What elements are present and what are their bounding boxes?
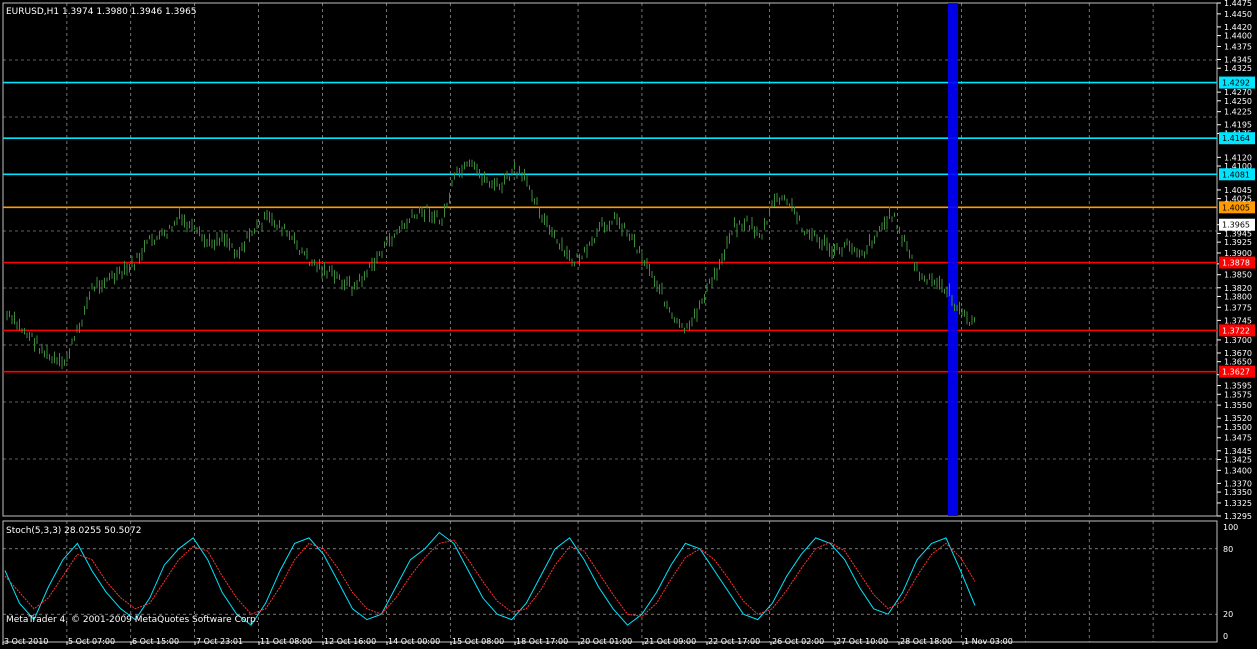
time-tick-label: 28 Oct 18:00 [900, 637, 952, 645]
level-price-label: 1.3878 [1222, 259, 1250, 268]
time-tick-label: 21 Oct 09:00 [644, 637, 696, 645]
price-tick-label: 1.4325 [1224, 64, 1252, 73]
price-tick-label: 1.3425 [1224, 455, 1252, 464]
time-tick-label: 3 Oct 2010 [4, 637, 48, 645]
chart-header-text: EURUSD,H1 1.3974 1.3980 1.3946 1.3965 [6, 7, 197, 17]
stoch-level-label: 80 [1223, 545, 1233, 554]
stoch-indicator-label: Stoch(5,3,3) 28.0255 50.5072 [6, 526, 141, 536]
time-tick-label: 11 Oct 08:00 [260, 637, 312, 645]
price-tick-label: 1.4195 [1224, 121, 1252, 130]
time-tick-label: 7 Oct 23:01 [196, 637, 243, 645]
vertical-highlight-band [948, 3, 958, 516]
price-tick-label: 1.3820 [1224, 284, 1252, 293]
price-tick-label: 1.3595 [1224, 382, 1252, 391]
price-tick-label: 1.4375 [1224, 42, 1252, 51]
price-tick-label: 1.3475 [1224, 434, 1252, 443]
level-price-label: 1.4292 [1222, 79, 1250, 88]
chart-background [0, 0, 1257, 645]
current-price-label: 1.3965 [1222, 221, 1250, 230]
time-tick-label: 5 Oct 07:00 [68, 637, 115, 645]
time-tick-label: 27 Oct 10:00 [836, 637, 888, 645]
stoch-level-label: 100 [1223, 523, 1238, 532]
level-price-label: 1.4081 [1222, 170, 1250, 179]
price-tick-label: 1.4420 [1224, 23, 1252, 32]
price-tick-label: 1.4225 [1224, 108, 1252, 117]
time-tick-label: 18 Oct 17:00 [516, 637, 568, 645]
price-tick-label: 1.4045 [1224, 186, 1252, 195]
price-tick-label: 1.3550 [1224, 401, 1252, 410]
price-tick-label: 1.4120 [1224, 153, 1252, 162]
copyright-text: MetaTrader 4, © 2001-2009 MetaQuotes Sof… [6, 615, 259, 625]
price-tick-label: 1.3945 [1224, 229, 1252, 238]
time-tick-label: 26 Oct 02:00 [772, 637, 824, 645]
price-tick-label: 1.3650 [1224, 358, 1252, 367]
time-tick-label: 12 Oct 16:00 [324, 637, 376, 645]
price-tick-label: 1.3370 [1224, 479, 1252, 488]
price-tick-label: 1.3775 [1224, 303, 1252, 312]
price-tick-label: 1.4450 [1224, 10, 1252, 19]
price-tick-label: 1.4270 [1224, 88, 1252, 97]
price-tick-label: 1.4345 [1224, 56, 1252, 65]
price-tick-label: 1.4250 [1224, 97, 1252, 106]
time-tick-label: 20 Oct 01:00 [580, 637, 632, 645]
price-tick-label: 1.3325 [1224, 499, 1252, 508]
stoch-level-label: 20 [1223, 610, 1233, 619]
time-tick-label: 14 Oct 00:00 [388, 637, 440, 645]
price-tick-label: 1.3745 [1224, 316, 1252, 325]
level-price-label: 1.3627 [1222, 368, 1250, 377]
price-tick-label: 1.3350 [1224, 488, 1252, 497]
level-price-label: 1.4005 [1222, 203, 1250, 212]
level-price-label: 1.3722 [1222, 326, 1250, 335]
price-tick-label: 1.3670 [1224, 349, 1252, 358]
price-tick-label: 1.3925 [1224, 238, 1252, 247]
time-tick-label: 22 Oct 17:00 [708, 637, 760, 645]
chart-canvas[interactable]: 1.4475 1.4450 1.44201.44001.4375 1.43451.43… [0, 0, 1257, 646]
time-tick-label: 6 Oct 15:00 [132, 637, 179, 645]
price-tick-label: 1.3800 [1224, 292, 1252, 301]
time-tick-label: 1 Nov 03:00 [964, 637, 1013, 645]
price-tick-label: 1.4400 [1224, 32, 1252, 41]
price-tick-label: 1.3295 [1224, 512, 1252, 521]
stoch-level-label: 0 [1223, 632, 1228, 641]
price-tick-label: 1.4475 [1224, 0, 1252, 8]
price-tick-label: 1.3400 [1224, 466, 1252, 475]
price-tick-label: 1.3520 [1224, 414, 1252, 423]
time-tick-label: 15 Oct 08:00 [452, 637, 504, 645]
price-tick-label: 1.3500 [1224, 423, 1252, 432]
price-tick-label: 1.3575 [1224, 390, 1252, 399]
price-tick-label: 1.3445 [1224, 447, 1252, 456]
trading-chart-window[interactable]: 1.4475 1.4450 1.4420 1.4400 1.4375 1.4345 1.43… [0, 0, 1257, 646]
price-tick-label: 1.3850 [1224, 271, 1252, 280]
price-tick-label: 1.3700 [1224, 336, 1252, 345]
level-price-label: 1.4164 [1222, 134, 1250, 143]
